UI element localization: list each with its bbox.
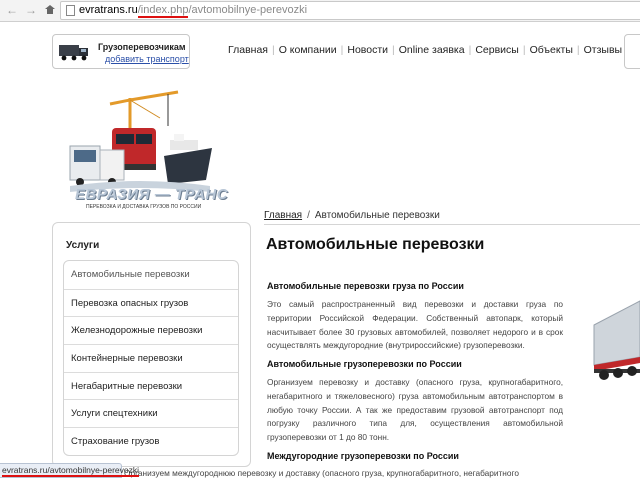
url-host: evratrans.ru (79, 4, 138, 16)
section-heading: Автомобильные перевозки груза по России (267, 281, 464, 291)
nav-separator: | (522, 44, 526, 56)
nav-item-services[interactable]: Сервисы (475, 44, 519, 56)
nav-item-home[interactable]: Главная (228, 44, 268, 56)
cargo-title: Грузоперевозчикам (98, 42, 186, 52)
right-header-box[interactable] (624, 34, 640, 69)
add-transport-link[interactable]: добавить транспорт (105, 54, 189, 64)
nav-item-news[interactable]: Новости (347, 44, 388, 56)
logo-tagline: ПЕРЕВОЗКА И ДОСТАВКА ГРУЗОВ ПО РОССИИ (86, 204, 202, 210)
nav-separator: | (392, 44, 395, 56)
nav-separator: | (468, 44, 472, 56)
status-url-host: evratrans.ru (2, 465, 48, 475)
status-bar: evratrans.ru/avtomobilnye-perevozki (0, 463, 140, 478)
sidebar-item-rail-transport[interactable]: Железнодорожные перевозки (64, 316, 238, 344)
section-text: Это самый распространенный вид перевозки… (267, 299, 563, 351)
home-icon[interactable] (43, 3, 57, 17)
logo-name: ЕВРАЗИЯ — ТРАНС (75, 186, 229, 203)
section-text-partial: Организуем междугороднюю перевозку и дос… (124, 468, 519, 478)
breadcrumb-home-link[interactable]: Главная (264, 210, 302, 221)
nav-separator: | (271, 44, 275, 56)
url-text: evratrans.ru/index.php/avtomobilnye-pere… (79, 4, 308, 18)
back-arrow-icon[interactable]: ← (5, 3, 19, 17)
nav-item-reviews[interactable]: Отзывы (584, 44, 622, 56)
sidebar-title: Услуги (66, 240, 100, 251)
nav-item-objects[interactable]: Объекты (530, 44, 573, 56)
truck-icon (59, 45, 88, 61)
page-icon (66, 5, 75, 16)
page-title: Автомобильные перевозки (266, 236, 485, 253)
truck-photo (593, 300, 640, 380)
status-url: evratrans.ru/avtomobilnye-perevozki (2, 465, 140, 477)
breadcrumb-current: Автомобильные перевозки (314, 210, 440, 221)
breadcrumb-divider (264, 224, 640, 225)
services-sidebar: Услуги Автомобильные перевозки Перевозка… (52, 222, 251, 467)
sidebar-item-road-transport[interactable]: Автомобильные перевозки (64, 261, 238, 289)
nav-item-about[interactable]: О компании (279, 44, 337, 56)
sidebar-item-container-transport[interactable]: Контейнерные перевозки (64, 344, 238, 372)
address-bar[interactable]: evratrans.ru/index.php/avtomobilnye-pere… (60, 1, 640, 20)
browser-toolbar: ← → evratrans.ru/index.php/avtomobilnye-… (0, 0, 640, 22)
sidebar-item-oversized-transport[interactable]: Негабаритные перевозки (64, 371, 238, 400)
breadcrumb-separator: / (307, 210, 310, 221)
status-url-path: /avtomobilnye-perevozki (47, 465, 140, 475)
breadcrumb: Главная / Автомобильные перевозки (264, 210, 440, 221)
nav-item-online-order[interactable]: Online заявка (399, 44, 465, 56)
url-path-rest: /avtomobilnye-perevozki (188, 4, 308, 16)
section-heading: Автомобильные грузоперевозки по России (267, 359, 462, 369)
services-menu: Автомобильные перевозки Перевозка опасны… (63, 260, 239, 456)
sidebar-item-dangerous-cargo[interactable]: Перевозка опасных грузов (64, 288, 238, 317)
nav-separator: | (340, 44, 344, 56)
section-heading: Междугородние грузоперевозки по России (267, 451, 459, 461)
sidebar-item-special-equipment[interactable]: Услуги спецтехники (64, 399, 238, 427)
forward-arrow-icon[interactable]: → (24, 3, 38, 17)
section-text: Организуем перевозку и доставку (опасног… (267, 377, 563, 443)
cargo-carriers-box[interactable]: Грузоперевозчикам добавить транспорт (52, 34, 190, 69)
url-path-highlight: /index.php (137, 4, 189, 18)
top-navigation: Главная | О компании | Новости | Online заявка… (228, 44, 622, 56)
sidebar-item-cargo-insurance[interactable]: Страхование грузов (64, 427, 238, 455)
nav-separator: | (576, 44, 580, 56)
